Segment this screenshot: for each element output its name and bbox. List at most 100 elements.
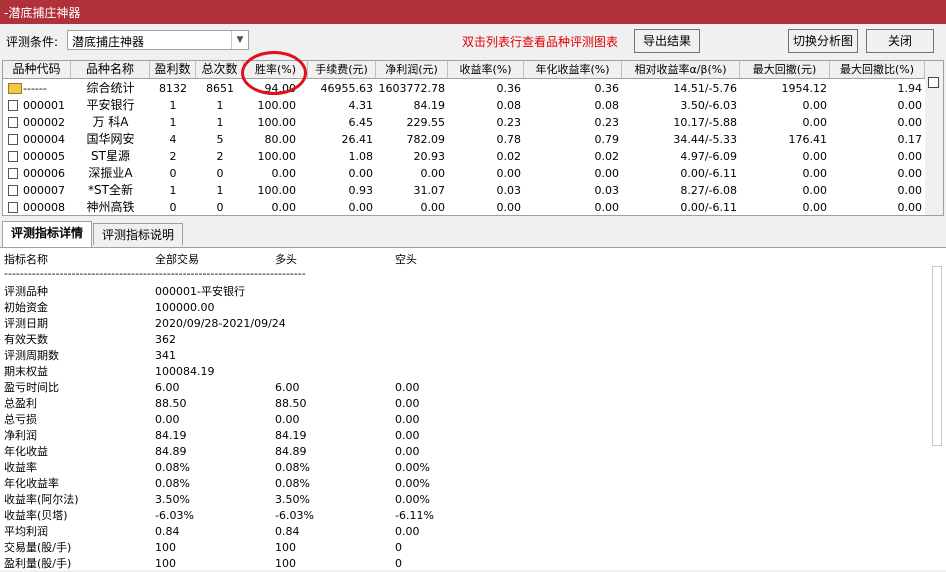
cell-win-rate: 100.00 <box>257 99 297 112</box>
cell-win-rate: 100.00 <box>257 184 297 197</box>
column-header-max-dd-ratio[interactable]: 最大回撤比(%) <box>830 61 925 78</box>
detail-tabs: 评测指标详情 评测指标说明 <box>0 221 946 247</box>
cell-net-profit: 0.00 <box>420 167 446 180</box>
detail-name-value: 总亏损 <box>4 413 37 426</box>
detail-name-value: 交易量(股/手) <box>4 541 72 554</box>
detail-short-value: 0.00 <box>395 413 420 426</box>
hint-text: 双击列表行查看品种评测图表 <box>462 35 619 49</box>
detail-name-value: 有效天数 <box>4 333 48 346</box>
detail-short-value: 0.00% <box>395 477 430 490</box>
results-table: 品种代码 品种名称 盈利数 总次数 胜率(%) 手续费(元) 净利润(元) 收益率(%) 年化收… <box>2 60 944 216</box>
detail-all-value: 0.00 <box>155 413 180 426</box>
column-header-max-dd[interactable]: 最大回撤(元) <box>740 61 830 78</box>
table-row[interactable]: 000008 神州高铁 0 0 0.00 0.00 0.00 0.00 0.00 0.00/-6.… <box>3 199 925 215</box>
cell-relative: 4.97/-6.09 <box>680 150 737 163</box>
cell-net-profit: 20.93 <box>413 150 446 163</box>
tab-indicator-details[interactable]: 评测指标详情 <box>2 221 92 247</box>
table-row[interactable]: 000001 平安银行 1 1 100.00 4.31 84.19 0.08 0.08 3.50/… <box>3 97 925 114</box>
table-scrollbar[interactable] <box>925 61 943 215</box>
cell-total: 0 <box>216 167 224 180</box>
cell-fee: 0.00 <box>348 167 374 180</box>
table-row[interactable]: 000007 *ST全新 1 1 100.00 0.93 31.07 0.03 0.03 8.27… <box>3 182 925 199</box>
column-header-code[interactable]: 品种代码 <box>3 61 71 78</box>
cell-max-dd: 0.00 <box>802 116 828 129</box>
cell-win-rate: 0.00 <box>271 167 297 180</box>
column-header-net-profit[interactable]: 净利润(元) <box>376 61 448 78</box>
switch-chart-button[interactable]: 切换分析图 <box>788 29 858 53</box>
detail-all-value: 341 <box>155 349 176 362</box>
detail-long-value: 6.00 <box>275 381 300 394</box>
column-header-profit-count[interactable]: 盈利数 <box>150 61 196 78</box>
cell-annual-return: 0.02 <box>594 150 620 163</box>
window-title: -潜底捕庄神器 <box>4 6 81 20</box>
cell-win-rate: 100.00 <box>257 150 297 163</box>
document-icon <box>8 151 18 162</box>
document-icon <box>8 168 18 179</box>
cell-fee: 0.00 <box>348 201 374 214</box>
detail-name-value: 期末权益 <box>4 365 48 378</box>
detail-scrollbar[interactable] <box>932 266 942 446</box>
condition-value: 潜底捕庄神器 <box>72 35 145 49</box>
detail-all-value: 100000.00 <box>155 301 215 314</box>
detail-name-value: 评测日期 <box>4 317 48 330</box>
detail-all-value: 6.00 <box>155 381 180 394</box>
detail-separator: ----------------------------------------… <box>4 267 306 280</box>
detail-name-value: 年化收益 <box>4 445 48 458</box>
cell-code: ------ <box>23 82 47 95</box>
detail-long-value: 3.50% <box>275 493 310 506</box>
cell-annual-return: 0.00 <box>594 201 620 214</box>
detail-name-value: 收益率(阿尔法) <box>4 493 79 506</box>
document-icon <box>8 100 18 111</box>
cell-name: 深振业A <box>88 166 133 180</box>
cell-return: 0.00 <box>496 201 522 214</box>
cell-max-dd: 0.00 <box>802 150 828 163</box>
detail-all-value: 0.84 <box>155 525 180 538</box>
detail-name-value: 评测品种 <box>4 285 48 298</box>
condition-select[interactable]: 潜底捕庄神器 ▼ <box>67 30 249 50</box>
detail-panel: 指标名称 全部交易 多头 空头 ------------------------… <box>0 247 946 570</box>
cell-annual-return: 0.03 <box>594 184 620 197</box>
cell-max-dd-ratio: 0.00 <box>897 150 923 163</box>
detail-short-value: 0.00 <box>395 525 420 538</box>
cell-return: 0.23 <box>496 116 522 129</box>
column-header-return[interactable]: 收益率(%) <box>448 61 524 78</box>
cell-return: 0.78 <box>496 133 522 146</box>
condition-label: 评测条件: <box>6 35 59 49</box>
table-header: 品种代码 品种名称 盈利数 总次数 胜率(%) 手续费(元) 净利润(元) 收益率(%) 年化收… <box>3 61 925 79</box>
cell-net-profit: 0.00 <box>420 201 446 214</box>
export-button[interactable]: 导出结果 <box>634 29 700 53</box>
column-header-total[interactable]: 总次数 <box>196 61 244 78</box>
cell-name: 平安银行 <box>86 98 135 112</box>
detail-all-value: 88.50 <box>155 397 187 410</box>
cell-total: 1 <box>216 116 224 129</box>
detail-long-value: 84.89 <box>275 445 307 458</box>
cell-name: ST星源 <box>91 149 130 163</box>
document-icon <box>8 117 18 128</box>
tab-indicator-description[interactable]: 评测指标说明 <box>93 223 183 245</box>
column-header-relative[interactable]: 相对收益率α/β(%) <box>622 61 740 78</box>
detail-name-value: 年化收益率 <box>4 477 59 490</box>
cell-relative: 0.00/-6.11 <box>680 201 737 214</box>
cell-max-dd: 0.00 <box>802 167 828 180</box>
cell-max-dd-ratio: 0.00 <box>897 167 923 180</box>
table-row[interactable]: 000004 国华网安 4 5 80.00 26.41 782.09 0.78 0.79 34.4… <box>3 131 925 148</box>
column-header-name[interactable]: 品种名称 <box>71 61 150 78</box>
cell-relative: 8.27/-6.08 <box>680 184 737 197</box>
detail-long-value: 0.84 <box>275 525 300 538</box>
detail-name-value: 盈亏时间比 <box>4 381 59 394</box>
cell-total: 5 <box>216 133 224 146</box>
cell-return: 0.03 <box>496 184 522 197</box>
cell-code: 000004 <box>23 133 65 146</box>
column-header-annual-return[interactable]: 年化收益率(%) <box>524 61 622 78</box>
table-row[interactable]: 000002 万 科A 1 1 100.00 6.45 229.55 0.23 0.23 10.1… <box>3 114 925 131</box>
cell-relative: 0.00/-6.11 <box>680 167 737 180</box>
close-button[interactable]: 关闭 <box>866 29 934 53</box>
detail-all-value: 100084.19 <box>155 365 215 378</box>
scroll-indicator[interactable] <box>928 77 939 88</box>
table-row[interactable]: 000005 ST星源 2 2 100.00 1.08 20.93 0.02 0.02 4.97/… <box>3 148 925 165</box>
summary-row[interactable]: ------ 综合统计 8132 8651 94.00 46955.63 1603772.7… <box>3 80 925 97</box>
cell-relative: 3.50/-6.03 <box>680 99 737 112</box>
table-row[interactable]: 000006 深振业A 0 0 0.00 0.00 0.00 0.00 0.00 0.00/-6.… <box>3 165 925 182</box>
column-header-fee[interactable]: 手续费(元) <box>308 61 376 78</box>
chevron-down-icon[interactable]: ▼ <box>231 31 248 49</box>
